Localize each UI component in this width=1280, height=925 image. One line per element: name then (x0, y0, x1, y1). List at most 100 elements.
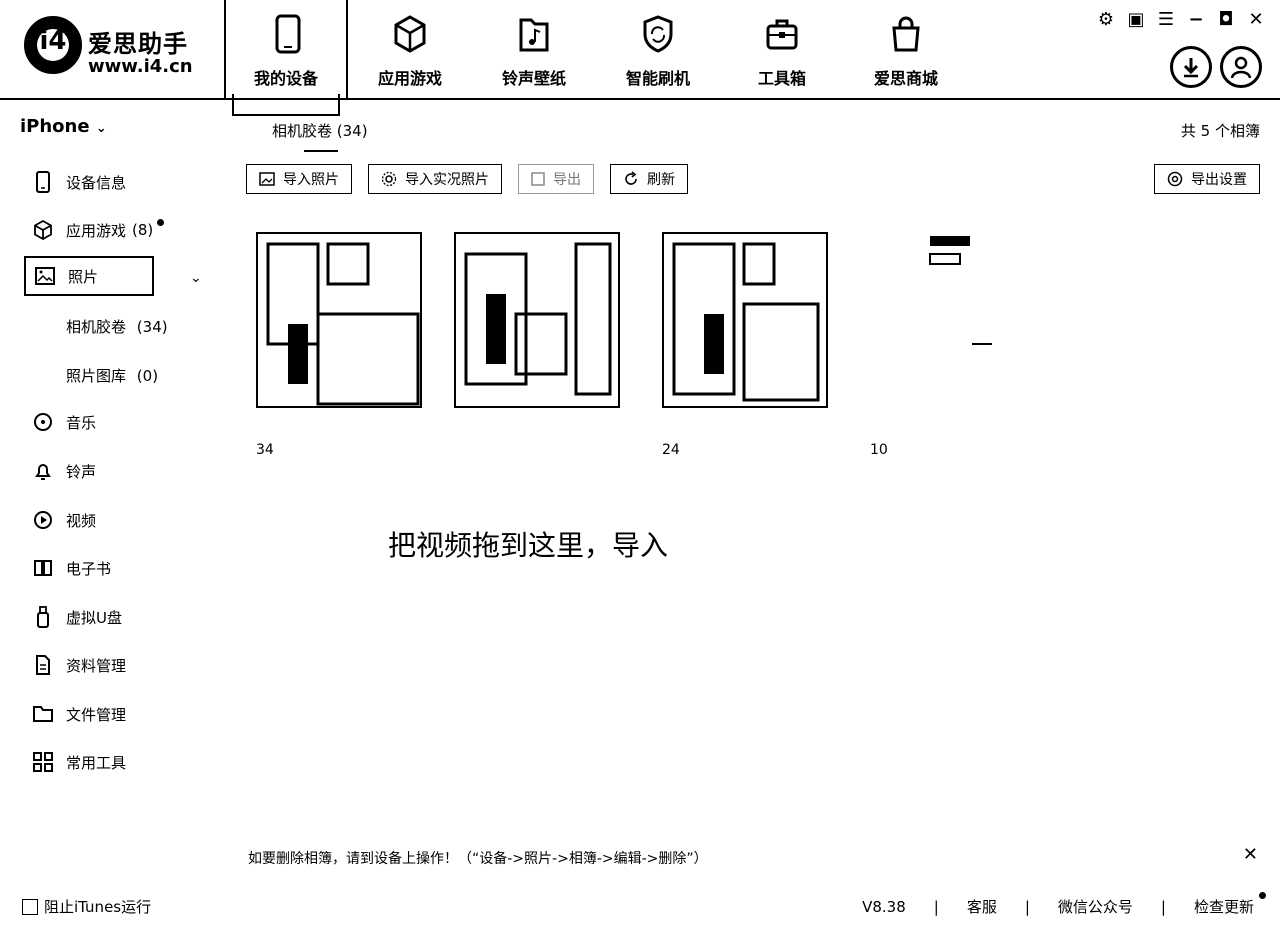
sidebar-item-label: 视频 (66, 511, 97, 530)
header-round-buttons (1170, 46, 1262, 88)
nav-apps-games[interactable]: 应用游戏 (348, 0, 472, 100)
sidebar-item-label: 文件管理 (66, 705, 127, 724)
album-card[interactable]: 10 (870, 232, 1038, 458)
button-label: 导出 (553, 172, 581, 188)
album-name (870, 418, 1038, 436)
menu-icon[interactable]: ☰ (1156, 10, 1176, 30)
nav-label: 应用游戏 (377, 69, 442, 88)
thumbnail-image (464, 242, 612, 396)
checkbox-box (22, 898, 38, 915)
sidebar-item-videos[interactable]: 视频 (24, 500, 154, 540)
minimize-icon[interactable]: − (1186, 10, 1206, 30)
album-thumbnail (662, 232, 828, 408)
album-thumbnail (454, 232, 620, 408)
sidebar-item-label: 常用工具 (66, 753, 127, 772)
download-button[interactable] (1170, 46, 1212, 88)
feedback-icon[interactable]: ▣ (1126, 10, 1146, 30)
sidebar-item-ebooks[interactable]: 电子书 (24, 548, 154, 588)
top-bar: i4 爱思助手 www.i4.cn 我的设备 应用游戏 铃声壁纸 智能刷机 工具… (0, 0, 1280, 116)
nav-toolbox[interactable]: 工具箱 (720, 0, 844, 100)
shopping-bag-icon (892, 16, 920, 52)
album-thumbnail (256, 232, 422, 408)
skin-icon[interactable]: ⚙ (1096, 10, 1116, 30)
block-itunes-checkbox[interactable]: 阻止iTunes运行 (22, 896, 151, 917)
delete-album-tip: 如要删除相簿，请到设备上操作！（“设备->照片->相簿->编辑->删除”） (248, 851, 708, 867)
tab-underline (304, 150, 338, 152)
album-name (662, 418, 830, 436)
thumbnail-image (266, 242, 420, 406)
sidebar-item-virtual-usb[interactable]: 虚拟U盘 (24, 597, 154, 637)
nav-store[interactable]: 爱思商城 (844, 0, 968, 100)
sidebar-item-apps[interactable]: 应用游戏 (8) (24, 210, 184, 250)
album-count-label: 34 (256, 442, 274, 458)
update-notification-dot (1259, 892, 1266, 899)
album-name (1076, 418, 1244, 436)
sidebar-item-label: 设备信息 (66, 173, 127, 192)
album-card[interactable] (454, 232, 622, 442)
nav-label: 智能刷机 (625, 69, 690, 88)
sidebar-item-file-management[interactable]: 文件管理 (24, 694, 154, 734)
video-drop-zone-hint[interactable]: 把视频拖到这里，导入 (388, 524, 668, 564)
checkbox-label: 阻止iTunes运行 (44, 898, 152, 916)
close-icon[interactable]: ✕ (1243, 844, 1258, 865)
play-icon (32, 509, 54, 531)
sidebar-item-device-info[interactable]: 设备信息 (24, 162, 154, 202)
album-card[interactable] (1076, 232, 1244, 442)
cube-icon (32, 219, 54, 241)
import-photos-button[interactable]: 导入照片 (246, 164, 352, 194)
sidebar-item-common-tools[interactable]: 常用工具 (24, 742, 154, 782)
button-label: 导入实况照片 (405, 172, 489, 188)
import-live-photos-button[interactable]: 导入实况照片 (368, 164, 502, 194)
customer-service-link[interactable]: 客服 (967, 896, 997, 917)
refresh-button[interactable]: 刷新 (610, 164, 688, 194)
subitem-label: 相机胶卷 (66, 318, 127, 336)
nav-label: 工具箱 (757, 69, 806, 88)
export-settings-button[interactable]: 导出设置 (1154, 164, 1260, 194)
window-controls: ⚙ ▣ ☰ − ◘ ✕ (1096, 10, 1266, 30)
music-disc-icon (32, 411, 54, 433)
sidebar-item-label: 照片 (68, 267, 99, 286)
sidebar-item-music[interactable]: 音乐 (24, 402, 154, 442)
sidebar-item-label: 音乐 (66, 413, 97, 432)
tab-camera-roll[interactable]: 相机胶卷 (34) (272, 120, 368, 141)
sidebar-item-data-management[interactable]: 资料管理 (24, 645, 154, 685)
sidebar-item-ringtones[interactable]: 铃声 (24, 451, 154, 491)
live-photo-icon (381, 171, 397, 187)
sidebar-item-label: 电子书 (66, 559, 112, 578)
user-icon (1230, 56, 1252, 79)
sidebar-item-label: 应用游戏 (66, 221, 127, 240)
nav-ringtones-wallpapers[interactable]: 铃声壁纸 (472, 0, 596, 100)
album-name (256, 418, 424, 436)
chevron-down-icon[interactable]: ⌄ (190, 270, 202, 286)
wechat-link[interactable]: 微信公众号 (1058, 896, 1133, 917)
nav-label: 铃声壁纸 (501, 69, 566, 88)
toolbox-icon (766, 19, 798, 50)
bell-icon (32, 460, 54, 482)
subitem-count: (0) (136, 367, 159, 385)
nav-my-device[interactable]: 我的设备 (224, 0, 348, 116)
app-url: www.i4.cn (88, 56, 193, 77)
sidebar-subitem-camera-roll[interactable]: 相机胶卷 (34) (66, 316, 168, 337)
close-icon[interactable]: ✕ (1246, 10, 1266, 30)
sidebar-item-label: 虚拟U盘 (66, 608, 122, 627)
sidebar-subitem-photo-library[interactable]: 照片图库 (0) (66, 365, 158, 386)
device-selector[interactable]: iPhone ⌄ (20, 116, 107, 137)
sidebar-item-photos[interactable]: 照片 (24, 256, 154, 296)
nav-label: 我的设备 (253, 69, 318, 88)
button-label: 导入照片 (283, 172, 339, 188)
grid-icon (32, 751, 54, 773)
status-bar: 阻止iTunes运行 V8.38 | 客服 | 微信公众号 | 检查更新 (0, 882, 1280, 925)
album-card[interactable]: 24 (662, 232, 830, 458)
sidebar-item-label: 资料管理 (66, 656, 127, 675)
export-button[interactable]: 导出 (518, 164, 594, 194)
subitem-label: 照片图库 (66, 367, 127, 385)
refresh-icon (625, 171, 637, 185)
main-nav: 我的设备 应用游戏 铃声壁纸 智能刷机 工具箱 爱思商城 (224, 0, 968, 116)
album-card[interactable]: 34 (256, 232, 424, 458)
chevron-down-icon: ⌄ (95, 121, 107, 136)
thumbnail-image (929, 236, 992, 345)
maximize-icon[interactable]: ◘ (1216, 10, 1236, 30)
user-button[interactable] (1220, 46, 1262, 88)
check-update-link[interactable]: 检查更新 (1194, 896, 1254, 917)
nav-smart-flash[interactable]: 智能刷机 (596, 0, 720, 100)
